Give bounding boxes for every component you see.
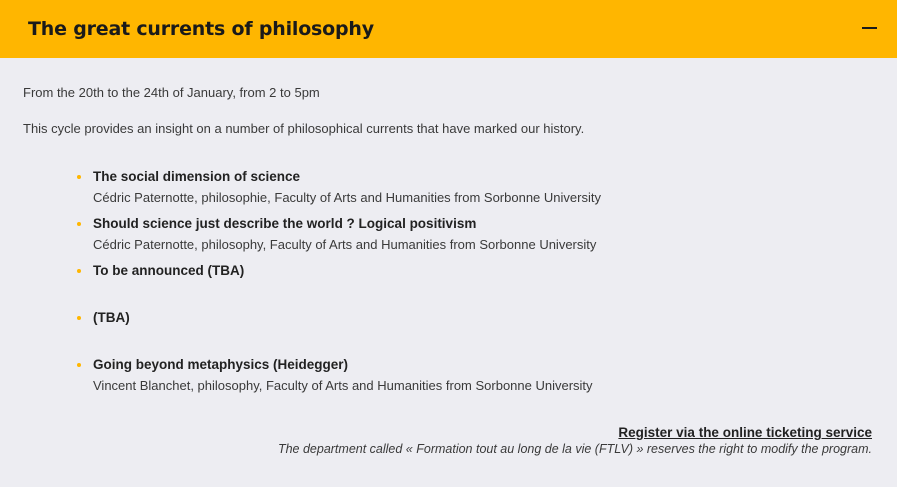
bullet-icon (77, 316, 81, 320)
disclaimer-text: The department called « Formation tout a… (277, 442, 872, 456)
bullet-icon (77, 363, 81, 367)
session-title: The social dimension of science (93, 169, 301, 184)
session-title: Should science just describe the world ?… (93, 216, 477, 231)
session-speaker: Cédric Paternotte, philosophy, Faculty o… (93, 237, 597, 252)
bullet-icon (77, 175, 81, 179)
accordion-title: The great currents of philosophy (28, 18, 374, 40)
bullet-icon (77, 269, 81, 273)
list-item: To be announced (TBA) (77, 262, 793, 283)
session-speaker: Vincent Blanchet, philosophy, Faculty of… (93, 378, 593, 393)
list-item: Going beyond metaphysics (Heidegger) Vin… (77, 356, 793, 395)
bullet-icon (77, 222, 81, 226)
list-item: (TBA) (77, 309, 793, 330)
session-title: To be announced (TBA) (93, 263, 245, 278)
register-link[interactable]: Register via the online ticketing servic… (618, 425, 872, 440)
list-item: Should science just describe the world ?… (77, 215, 793, 254)
list-item: The social dimension of science Cédric P… (77, 168, 793, 207)
session-title: (TBA) (93, 310, 130, 325)
session-speaker: Cédric Paternotte, philosophie, Faculty … (93, 190, 601, 205)
minus-icon[interactable] (862, 27, 877, 29)
session-title: Going beyond metaphysics (Heidegger) (93, 357, 349, 372)
event-intro: This cycle provides an insight on a numb… (23, 121, 585, 136)
event-dates: From the 20th to the 24th of January, fr… (23, 85, 320, 100)
accordion-header[interactable]: The great currents of philosophy (0, 0, 897, 58)
accordion-content: From the 20th to the 24th of January, fr… (0, 58, 897, 487)
